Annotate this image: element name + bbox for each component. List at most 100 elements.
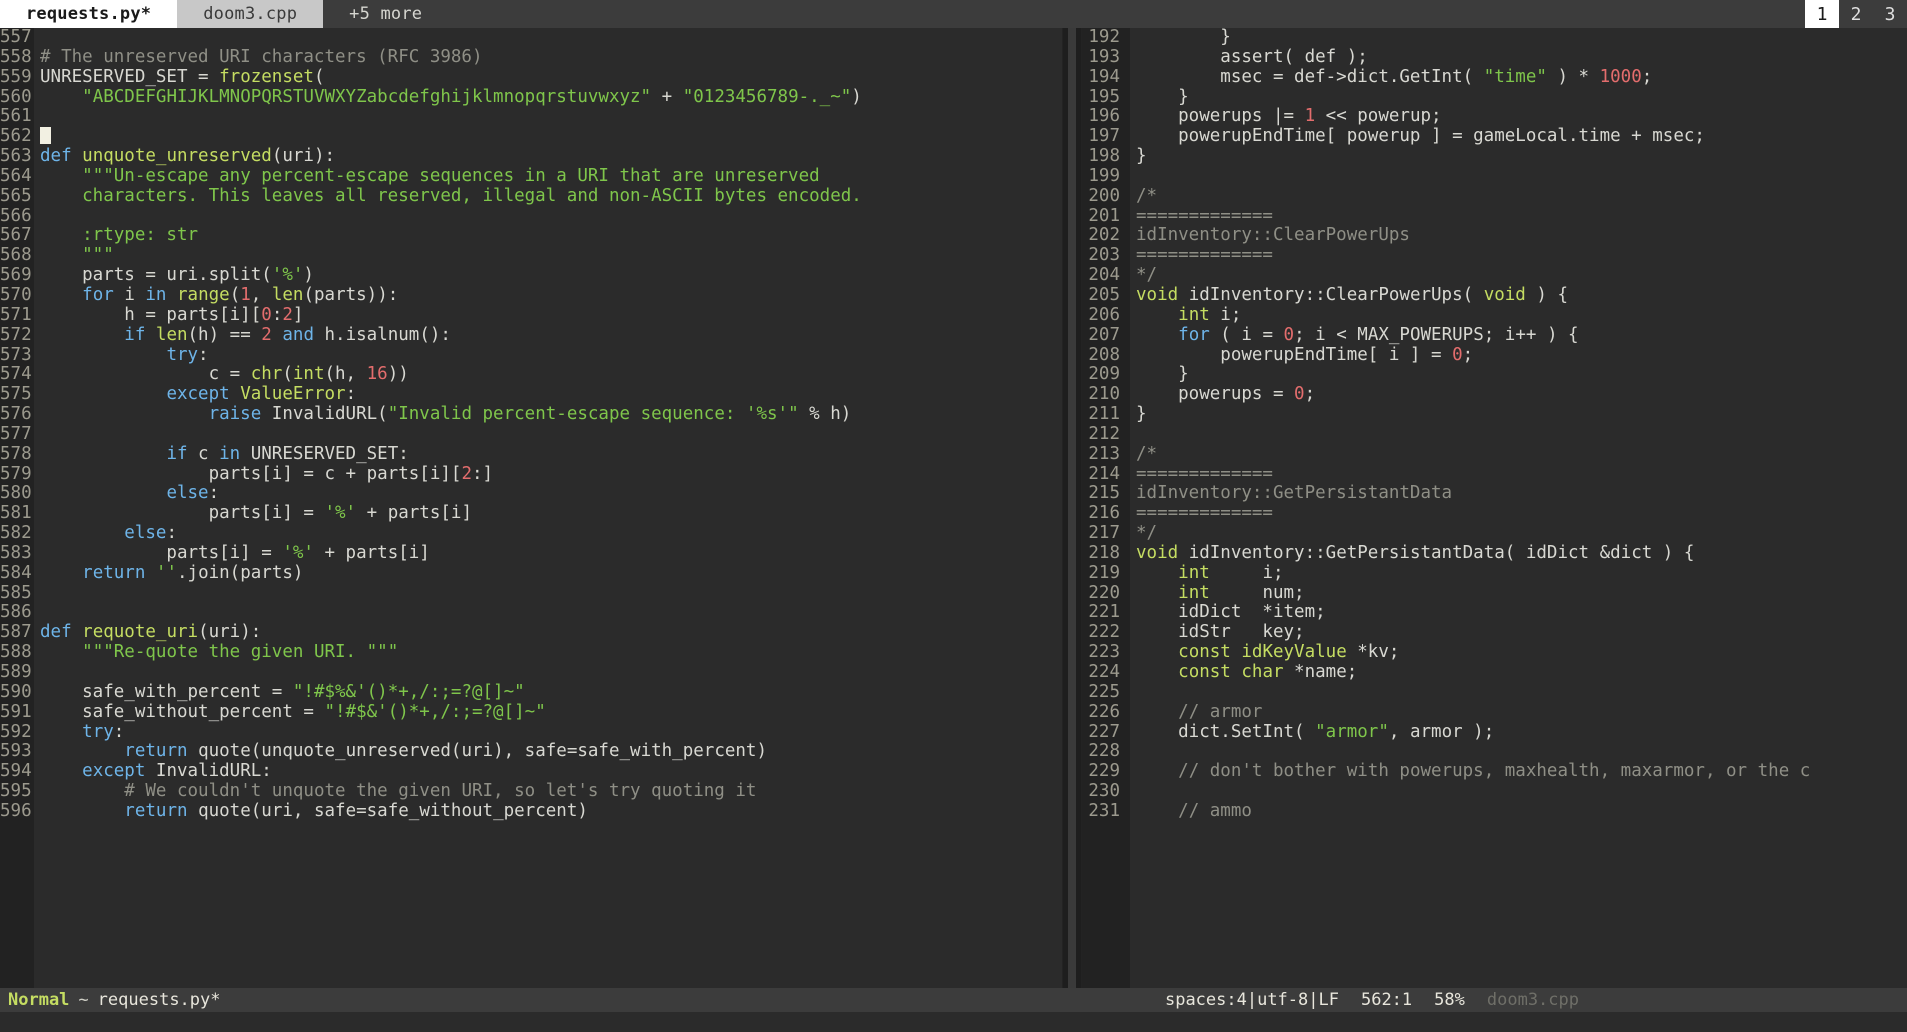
status-other-buffer[interactable]: doom3.cpp [1487,990,1579,1010]
code-line[interactable]: /* [1136,186,1907,207]
code-line[interactable]: for ( i = 0; i < MAX_POWERUPS; i++ ) { [1136,325,1907,346]
code-line[interactable]: const idKeyValue *kv; [1136,642,1907,663]
code-line[interactable]: parts = uri.split('%') [40,265,1062,286]
code-line[interactable]: } [1136,364,1907,385]
code-line[interactable]: """ [40,245,1062,266]
code-line[interactable]: */ [1136,523,1907,544]
code-line[interactable]: except ValueError: [40,384,1062,405]
code-line[interactable]: assert( def ); [1136,47,1907,68]
code-area-right[interactable]: } assert( def ); msec = def->dict.GetInt… [1130,28,1907,988]
code-line[interactable]: dict.SetInt( "armor", armor ); [1136,722,1907,743]
code-line[interactable]: raise InvalidURL("Invalid percent-escape… [40,404,1062,425]
code-line[interactable]: int num; [1136,583,1907,604]
code-line[interactable]: void idInventory::ClearPowerUps( void ) … [1136,285,1907,306]
code-line[interactable]: int i; [1136,305,1907,326]
code-line[interactable]: h = parts[i][0:2] [40,305,1062,326]
code-line[interactable] [1136,167,1907,187]
line-number: 221 [1088,602,1120,623]
code-token: except [82,761,156,782]
code-line[interactable]: except InvalidURL: [40,761,1062,782]
code-line[interactable]: try: [40,345,1062,366]
code-line[interactable]: msec = def->dict.GetInt( "time" ) * 1000… [1136,67,1907,88]
tab-requests-py[interactable]: requests.py* [0,0,178,28]
code-line[interactable] [40,127,1062,147]
line-number: 205 [1088,284,1120,305]
code-line[interactable]: } [1136,146,1907,167]
code-line[interactable] [40,207,1062,227]
code-line[interactable]: // don't bother with powerups, maxhealth… [1136,761,1907,782]
code-line[interactable]: // ammo [1136,801,1907,822]
code-area-left[interactable]: # The unreserved URI characters (RFC 398… [34,28,1062,988]
code-line[interactable]: */ [1136,265,1907,286]
tab-more-buffers[interactable]: +5 more [323,0,449,28]
code-line[interactable]: // armor [1136,702,1907,723]
code-line[interactable]: } [1136,87,1907,108]
code-line[interactable]: return ''.join(parts) [40,563,1062,584]
code-line[interactable]: c = chr(int(h, 16)) [40,364,1062,385]
code-line[interactable]: # The unreserved URI characters (RFC 398… [40,47,1062,68]
code-line[interactable]: characters. This leaves all reserved, il… [40,186,1062,207]
code-line[interactable]: void idInventory::GetPersistantData( idD… [1136,543,1907,564]
code-line[interactable]: const char *name; [1136,662,1907,683]
code-line[interactable]: int i; [1136,563,1907,584]
code-line[interactable]: "ABCDEFGHIJKLMNOPQRSTUVWXYZabcdefghijklm… [40,87,1062,108]
code-line[interactable]: } [1136,28,1907,48]
code-line[interactable]: powerupEndTime[ powerup ] = gameLocal.ti… [1136,126,1907,147]
code-line[interactable]: :rtype: str [40,226,1062,246]
status-encoding[interactable]: spaces:4|utf-8|LF [1165,990,1339,1010]
editor-pane-left[interactable]: 557 558 559 560 561 562 563 564 565 566 567 568 569 5… [0,28,1062,988]
code-line[interactable]: try: [40,722,1062,743]
line-number: 216 [1088,503,1120,524]
code-line[interactable] [1136,425,1907,445]
code-line[interactable]: powerups |= 1 << powerup; [1136,106,1907,127]
tab-doom3-cpp[interactable]: doom3.cpp [177,0,324,28]
code-line[interactable]: """Re-quote the given URI. """ [40,642,1062,663]
code-line[interactable] [1136,782,1907,802]
code-line[interactable]: ============= [1136,206,1907,227]
code-line[interactable] [40,425,1062,445]
code-line[interactable]: parts[i] = '%' + parts[i] [40,543,1062,564]
code-line[interactable] [40,107,1062,127]
code-line[interactable]: idDict *item; [1136,603,1907,623]
code-line[interactable]: return quote(unquote_unreserved(uri), sa… [40,741,1062,762]
code-line[interactable]: idInventory::GetPersistantData [1136,483,1907,504]
code-line[interactable]: safe_with_percent = "!#$%&'()*+,/:;=?@[]… [40,682,1062,703]
code-line[interactable]: idInventory::ClearPowerUps [1136,226,1907,246]
code-line[interactable]: """Un-escape any percent-escape sequence… [40,166,1062,187]
code-line[interactable] [40,28,1062,48]
code-line[interactable]: UNRESERVED_SET = frozenset( [40,67,1062,88]
code-line[interactable]: # We couldn't unquote the given URI, so … [40,781,1062,802]
code-line[interactable]: powerupEndTime[ i ] = 0; [1136,345,1907,366]
code-line[interactable] [40,603,1062,623]
code-line[interactable]: safe_without_percent = "!#$&'()*+,/:;=?@… [40,702,1062,723]
code-line[interactable]: if len(h) == 2 and h.isalnum(): [40,325,1062,346]
code-line[interactable]: return quote(uri, safe=safe_without_perc… [40,801,1062,822]
code-line[interactable]: ============= [1136,245,1907,266]
code-line[interactable]: for i in range(1, len(parts)): [40,285,1062,306]
code-line[interactable]: ============= [1136,464,1907,485]
status-percent: 58% [1434,990,1465,1010]
window-number-2[interactable]: 2 [1839,0,1873,28]
code-line[interactable]: parts[i] = c + parts[i][2:] [40,464,1062,485]
code-line[interactable]: if c in UNRESERVED_SET: [40,444,1062,465]
window-number-1[interactable]: 1 [1805,0,1839,28]
code-line[interactable]: /* [1136,444,1907,465]
code-line[interactable]: ============= [1136,503,1907,524]
code-line[interactable] [40,584,1062,604]
code-line[interactable] [1136,742,1907,762]
code-line[interactable]: idStr key; [1136,622,1907,643]
code-line[interactable]: powerups = 0; [1136,384,1907,405]
window-number-3[interactable]: 3 [1873,0,1907,28]
code-line[interactable] [40,663,1062,683]
code-line[interactable]: def requote_uri(uri): [40,622,1062,643]
pane-divider[interactable] [1062,28,1082,988]
code-line[interactable]: parts[i] = '%' + parts[i] [40,503,1062,524]
code-line[interactable]: else: [40,483,1062,504]
code-line[interactable]: else: [40,523,1062,544]
code-line[interactable] [1136,683,1907,703]
code-line[interactable]: } [1136,404,1907,425]
editor-pane-right[interactable]: 192 193 194 195 196 197 198 199 200 201 202 203 204 2… [1082,28,1907,988]
code-line[interactable]: def unquote_unreserved(uri): [40,146,1062,167]
